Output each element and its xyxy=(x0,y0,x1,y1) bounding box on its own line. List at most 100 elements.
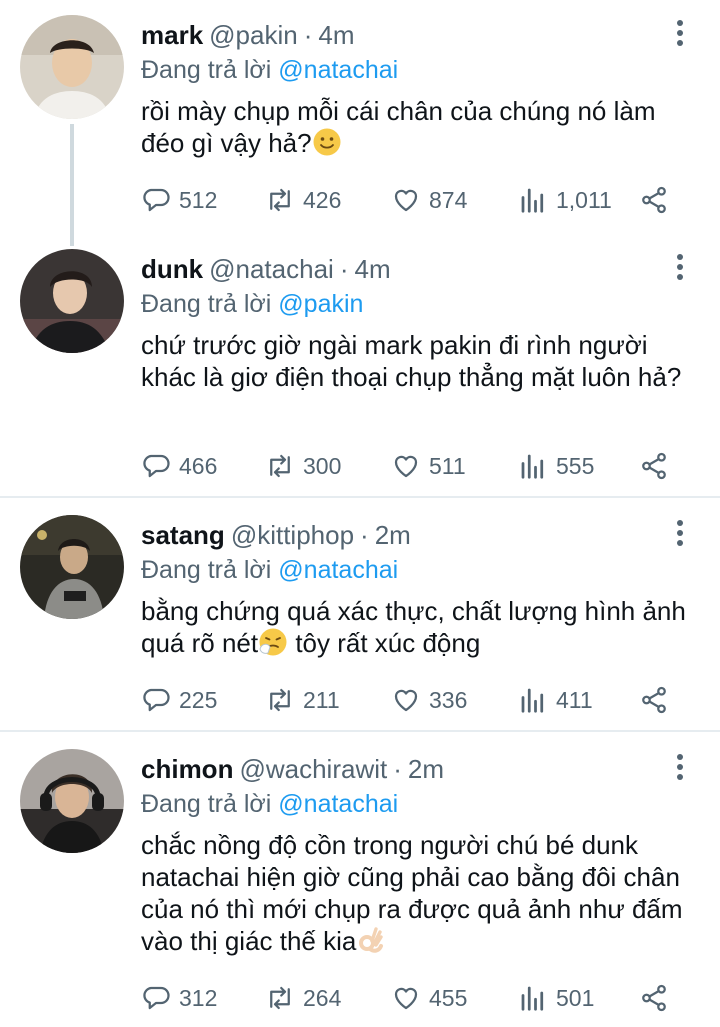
tweet-actions: 312 264 455 501 xyxy=(141,980,681,1016)
share-icon xyxy=(639,451,669,481)
view-count: 501 xyxy=(556,984,595,1011)
retweet-button[interactable]: 211 xyxy=(265,682,340,718)
view-count: 411 xyxy=(556,686,593,713)
avatar-satang[interactable] xyxy=(20,515,124,619)
username[interactable]: @wachirawit xyxy=(239,754,387,784)
views-icon xyxy=(518,185,548,215)
retweet-button[interactable]: 264 xyxy=(265,980,341,1016)
timestamp[interactable]: 2m xyxy=(375,520,411,550)
share-icon xyxy=(639,983,669,1013)
retweet-count: 211 xyxy=(303,686,340,713)
mention-link[interactable]: @natachai xyxy=(278,790,398,818)
reply-button[interactable]: 466 xyxy=(141,448,217,484)
reply-icon xyxy=(141,185,171,215)
like-icon xyxy=(391,685,421,715)
more-icon[interactable] xyxy=(676,520,684,548)
tweet-text: chứ trước giờ ngài mark pakin đi rình ng… xyxy=(141,330,682,392)
more-icon[interactable] xyxy=(676,754,684,782)
timestamp[interactable]: 4m xyxy=(354,254,390,284)
replying-to: Đang trả lời @natachai xyxy=(141,53,398,87)
reply-count: 225 xyxy=(179,686,218,713)
retweet-button[interactable]: 300 xyxy=(265,448,341,484)
ok-hand-emoji xyxy=(359,927,384,953)
reply-button[interactable]: 225 xyxy=(141,682,217,718)
reply-icon xyxy=(141,983,171,1013)
retweet-count: 300 xyxy=(303,452,342,479)
reply-button[interactable]: 512 xyxy=(141,182,217,218)
separator-dot: · xyxy=(303,20,313,50)
share-button[interactable] xyxy=(639,182,669,218)
avatar-chimon[interactable] xyxy=(20,749,124,853)
tweet-text-content: chắc nồng độ cồn trong người chú bé dunk… xyxy=(141,830,683,956)
views-button[interactable]: 501 xyxy=(518,980,594,1016)
reply-count: 512 xyxy=(179,186,218,213)
mention-link[interactable]: @natachai xyxy=(278,556,398,584)
tweet-header: satang @kittiphop · 2m xyxy=(141,518,411,552)
replying-to: Đang trả lời @natachai xyxy=(141,553,398,587)
replying-to: Đang trả lời @pakin xyxy=(141,287,363,321)
reply-count: 466 xyxy=(179,452,218,479)
like-count: 455 xyxy=(429,984,468,1011)
retweet-button[interactable]: 426 xyxy=(265,182,341,218)
avatar-mark[interactable] xyxy=(20,15,124,119)
replying-label: Đang trả lời xyxy=(141,790,272,818)
separator-dot: · xyxy=(339,254,349,284)
like-count: 874 xyxy=(429,186,468,213)
replying-to: Đang trả lời @natachai xyxy=(141,787,398,821)
retweet-icon xyxy=(265,983,295,1013)
display-name[interactable]: dunk xyxy=(141,254,203,284)
more-icon[interactable] xyxy=(676,254,684,282)
avatar-dunk[interactable] xyxy=(20,249,124,353)
username[interactable]: @pakin xyxy=(209,20,298,50)
tweet-actions: 225 211 336 411 xyxy=(141,682,681,718)
slightly-smiling-face-emoji xyxy=(313,128,341,156)
display-name[interactable]: mark xyxy=(141,20,203,50)
retweet-icon xyxy=(265,451,295,481)
views-button[interactable]: 411 xyxy=(518,682,593,718)
tweet-divider xyxy=(0,496,720,498)
tweet-mark[interactable]: mark @pakin · 4m Đang trả lời @natachai rồi… xyxy=(0,0,720,240)
username[interactable]: @natachai xyxy=(209,254,334,284)
views-icon xyxy=(518,451,548,481)
mention-link[interactable]: @pakin xyxy=(278,290,363,318)
tweet-chimon[interactable]: chimon @wachirawit · 2m Đang trả lời @natac… xyxy=(0,734,720,1027)
retweet-count: 426 xyxy=(303,186,342,213)
retweet-count: 264 xyxy=(303,984,342,1011)
share-button[interactable] xyxy=(639,448,669,484)
display-name[interactable]: chimon xyxy=(141,754,233,784)
share-button[interactable] xyxy=(639,980,669,1016)
like-button[interactable]: 336 xyxy=(391,682,467,718)
reply-button[interactable]: 312 xyxy=(141,980,217,1016)
timestamp[interactable]: 2m xyxy=(408,754,444,784)
tweet-actions: 466 300 511 555 xyxy=(141,448,681,484)
replying-label: Đang trả lời xyxy=(141,290,272,318)
like-count: 336 xyxy=(429,686,468,713)
views-button[interactable]: 1,011 xyxy=(518,182,612,218)
tweet-satang[interactable]: satang @kittiphop · 2m Đang trả lời @natach… xyxy=(0,500,720,730)
like-button[interactable]: 511 xyxy=(391,448,466,484)
replying-label: Đang trả lời xyxy=(141,556,272,584)
tweet-header: dunk @natachai · 4m xyxy=(141,252,391,286)
tweet-dunk[interactable]: dunk @natachai · 4m Đang trả lời @pakin chứ… xyxy=(0,234,720,496)
views-button[interactable]: 555 xyxy=(518,448,594,484)
tweet-actions: 512 426 874 1,011 xyxy=(141,182,681,218)
like-button[interactable]: 874 xyxy=(391,182,467,218)
tweet-text: chắc nồng độ cồn trong người chú bé dunk… xyxy=(141,829,696,957)
display-name[interactable]: satang xyxy=(141,520,225,550)
share-icon xyxy=(639,185,669,215)
separator-dot: · xyxy=(393,754,402,784)
view-count: 555 xyxy=(556,452,595,479)
retweet-icon xyxy=(265,185,295,215)
share-button[interactable] xyxy=(639,682,669,718)
like-button[interactable]: 455 xyxy=(391,980,467,1016)
mention-link[interactable]: @natachai xyxy=(278,56,398,84)
tweet-header: mark @pakin · 4m xyxy=(141,18,355,52)
username[interactable]: @kittiphop xyxy=(231,520,354,550)
tweet-text-after: tôy rất xúc động xyxy=(288,628,481,658)
timestamp[interactable]: 4m xyxy=(318,20,354,50)
reply-icon xyxy=(141,685,171,715)
retweet-icon xyxy=(265,685,295,715)
sneezing-face-emoji xyxy=(259,628,287,656)
reply-icon xyxy=(141,451,171,481)
more-icon[interactable] xyxy=(676,20,684,48)
